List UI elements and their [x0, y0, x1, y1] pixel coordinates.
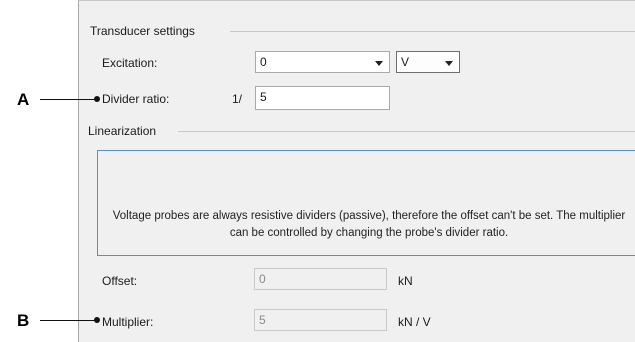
excitation-dropdown[interactable]: 0 [255, 51, 390, 73]
info-box: Voltage probes are always resistive divi… [97, 150, 635, 256]
excitation-value: 0 [260, 55, 267, 69]
linearization-group-divider [178, 131, 635, 132]
divider-ratio-prefix: 1/ [232, 92, 243, 106]
callout-b-line [40, 320, 95, 321]
offset-unit: kN [398, 274, 413, 288]
linearization-group-title: Linearization [85, 124, 160, 138]
transducer-group-title: Transducer settings [87, 24, 198, 38]
callout-a-letter: A [17, 90, 30, 109]
callout-b-letter: B [17, 311, 30, 330]
offset-label: Offset: [102, 274, 138, 288]
multiplier-label: Multiplier: [102, 315, 154, 329]
excitation-unit-value: V [401, 55, 410, 69]
multiplier-unit: kN / V [398, 315, 431, 329]
divider-ratio-label: Divider ratio: [102, 92, 170, 106]
offset-input[interactable]: 0 [254, 268, 387, 290]
info-text: Voltage probes are always resistive divi… [112, 210, 626, 239]
excitation-label: Excitation: [102, 56, 158, 70]
callout-a-line [40, 99, 95, 100]
transducer-group-divider [230, 31, 635, 32]
chevron-down-icon [375, 61, 383, 66]
excitation-unit-dropdown[interactable]: V [396, 51, 460, 73]
callout-a-dot [94, 96, 100, 102]
divider-ratio-input[interactable]: 5 [255, 86, 390, 110]
chevron-down-icon [445, 61, 453, 66]
multiplier-input[interactable]: 5 [254, 309, 387, 331]
callout-b-dot [94, 317, 100, 323]
